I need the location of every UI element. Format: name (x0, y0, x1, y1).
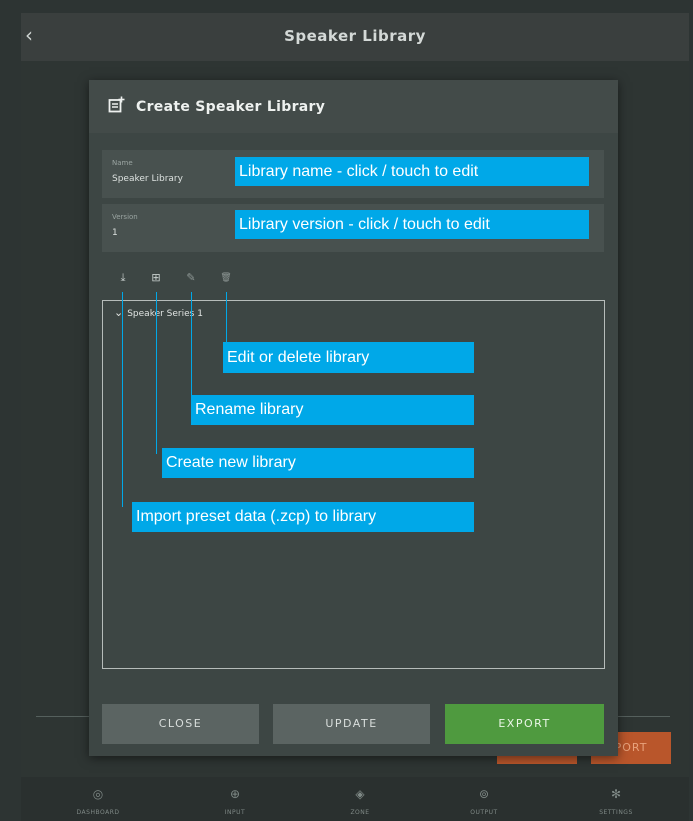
zone-icon: ◈ (355, 787, 365, 801)
version-field-value[interactable]: 1 (112, 228, 118, 238)
bottom-nav: ◎ DASHBOARD ⊕ INPUT ◈ ZONE ⊚ OUTPUT ✻ SE… (21, 777, 689, 821)
nav-settings[interactable]: ✻ SETTINGS (561, 777, 671, 821)
rename-icon[interactable]: ✎ (183, 270, 199, 286)
output-icon: ⊚ (478, 787, 490, 801)
nav-label: INPUT (224, 809, 246, 816)
new-library-icon[interactable]: ⊞ (148, 270, 164, 286)
callout-leader-line (226, 292, 227, 344)
callout-create: Create new library (162, 448, 474, 478)
tree-node-speaker-series[interactable]: ⌄ Speaker Series 1 (114, 306, 203, 319)
callout-import: Import preset data (.zcp) to library (132, 502, 474, 532)
delete-icon[interactable]: 🗑 (218, 270, 234, 286)
import-icon[interactable]: ⤓ (115, 270, 131, 286)
dashboard-icon: ◎ (92, 787, 104, 801)
dialog-title: Create Speaker Library (136, 99, 326, 115)
name-field-label: Name (112, 159, 133, 167)
callout-version: Library version - click / touch to edit (235, 210, 589, 239)
nav-output[interactable]: ⊚ OUTPUT (429, 777, 539, 821)
settings-icon: ✻ (610, 787, 622, 801)
callout-rename: Rename library (191, 395, 474, 425)
nav-label: ZONE (350, 809, 370, 816)
callout-edit-delete: Edit or delete library (223, 342, 474, 373)
nav-zone[interactable]: ◈ ZONE (305, 777, 415, 821)
update-button[interactable]: UPDATE (273, 704, 430, 744)
input-icon: ⊕ (229, 787, 241, 801)
nav-dashboard[interactable]: ◎ DASHBOARD (43, 777, 153, 821)
close-button[interactable]: CLOSE (102, 704, 259, 744)
version-field-label: Version (112, 213, 138, 221)
callout-name: Library name - click / touch to edit (235, 157, 589, 186)
callout-leader-line (156, 292, 157, 454)
export-button[interactable]: EXPORT (445, 704, 604, 744)
nav-label: SETTINGS (599, 809, 633, 816)
nav-input[interactable]: ⊕ INPUT (180, 777, 290, 821)
nav-label: DASHBOARD (76, 809, 120, 816)
name-field-value[interactable]: Speaker Library (112, 174, 183, 184)
callout-leader-line (122, 292, 123, 507)
callout-leader-line (191, 292, 192, 399)
nav-label: OUTPUT (470, 809, 498, 816)
top-bar: ‹ Speaker Library (21, 13, 689, 61)
dialog-header: Create Speaker Library (89, 80, 618, 133)
page-title: Speaker Library (284, 27, 426, 45)
add-library-icon (108, 96, 125, 117)
